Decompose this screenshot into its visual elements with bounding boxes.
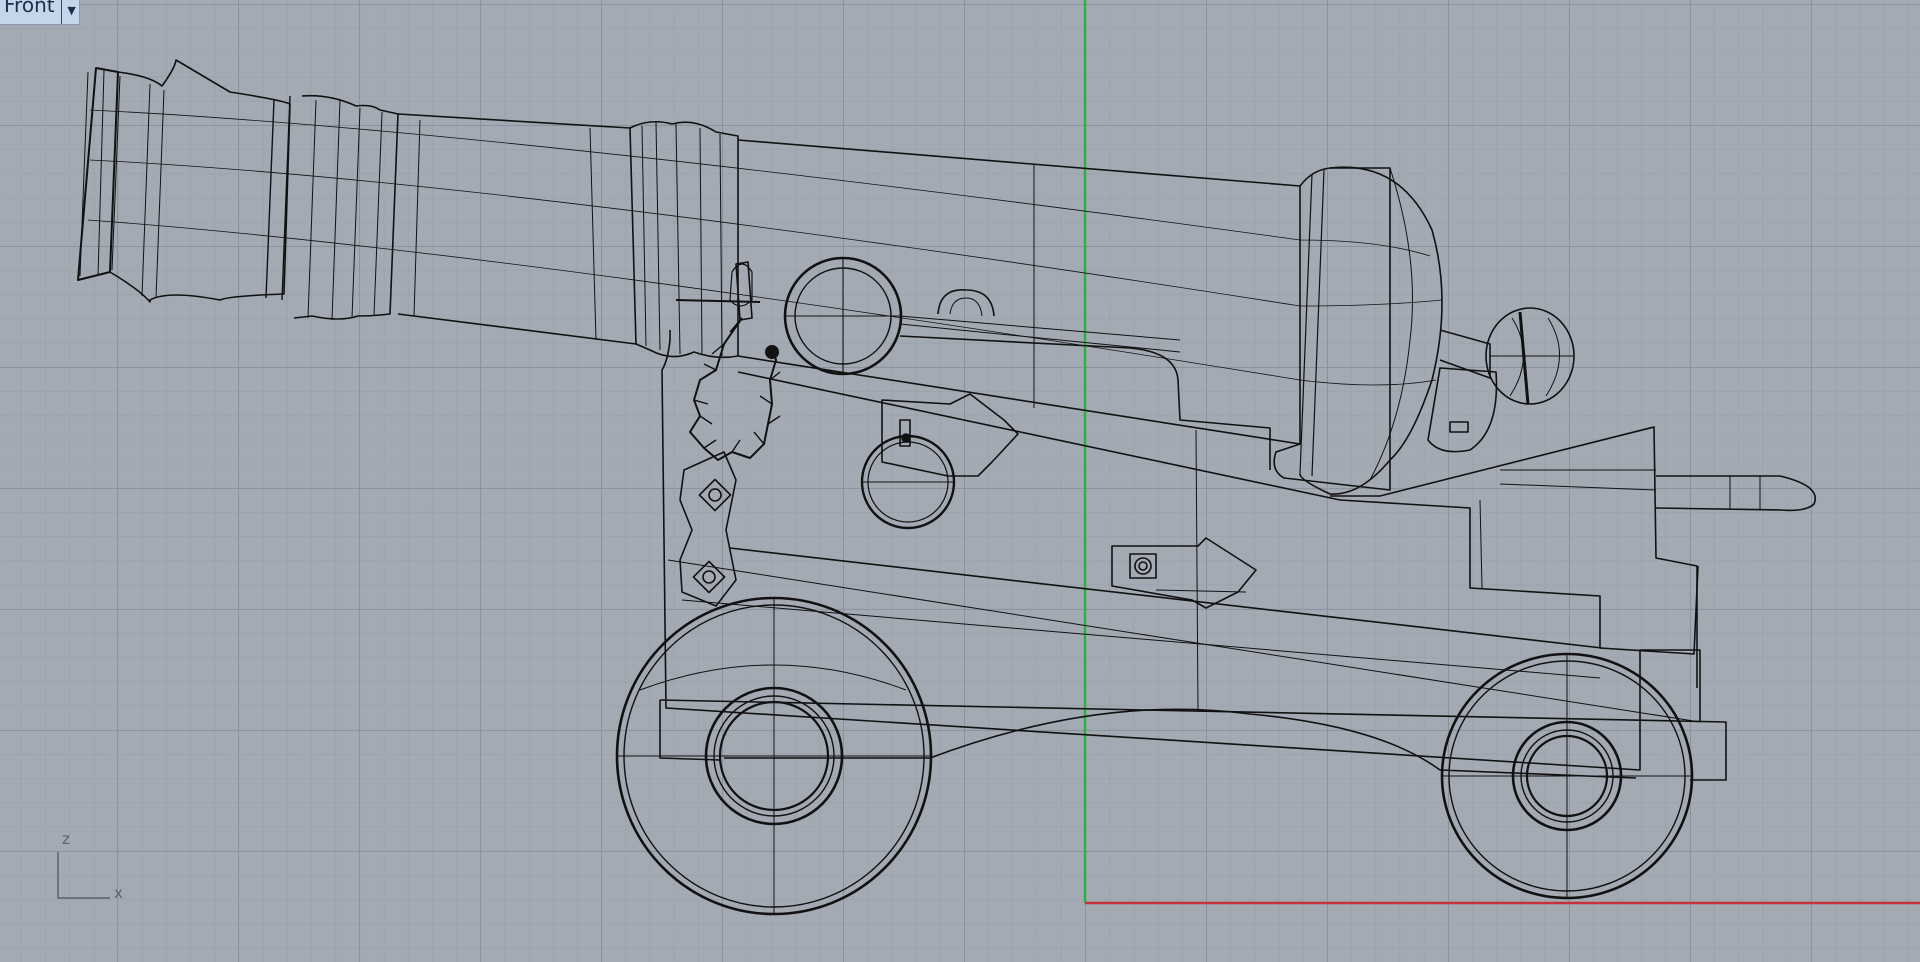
cannon-wireframe-model[interactable] [0,0,1920,962]
trunnion [675,256,1181,376]
viewport-title-tab[interactable]: Front ▼ [0,0,80,25]
cheek-strap-lower [1111,537,1257,609]
viewport-title-separator [60,0,62,24]
barrel [77,59,1575,495]
chain [689,317,781,461]
viewport-title-label: Front [4,0,55,17]
cheek-strap-left [679,451,737,607]
front-wheel [615,596,933,916]
axis-gizmo [57,852,110,899]
front-viewport[interactable]: Front ▼ z x [0,0,1920,962]
carriage-cheek [659,330,1817,781]
rear-wheel [1440,652,1694,900]
eye-bolt-ring [860,434,956,530]
chevron-down-icon[interactable]: ▼ [65,0,79,24]
gizmo-z-label: z [62,830,70,848]
cannon-geometry [77,59,1817,916]
gizmo-x-label: x [114,884,123,902]
